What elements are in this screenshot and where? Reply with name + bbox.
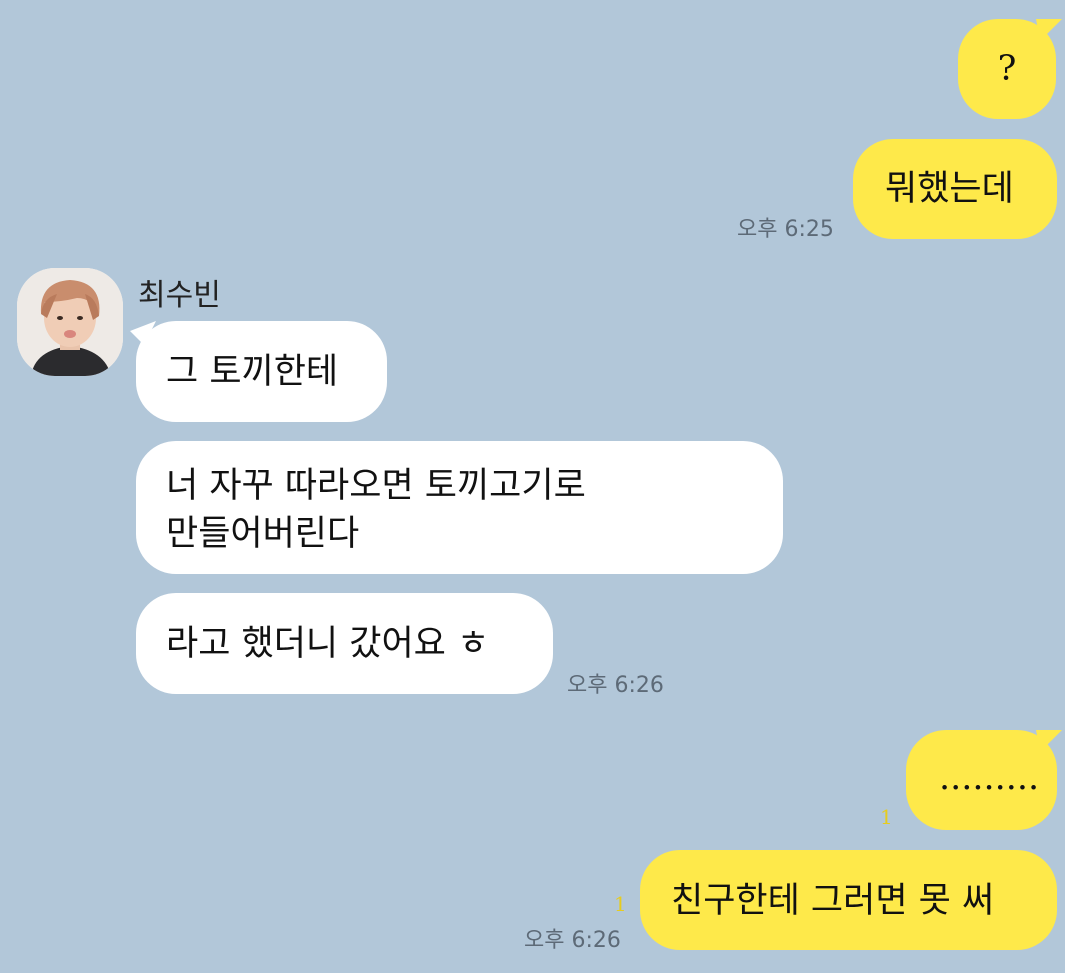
message-bubble-incoming[interactable]: 그 토끼한테 xyxy=(136,321,387,422)
avatar[interactable] xyxy=(17,268,123,376)
message-bubble-outgoing[interactable]: ......... xyxy=(906,730,1057,830)
message-text-line-2: 만들어버린다 xyxy=(166,514,360,554)
unread-count: 1 xyxy=(880,805,893,829)
message-text: ......... xyxy=(939,758,1040,798)
message-text: 뭐했는데 xyxy=(885,169,1014,209)
message-bubble-outgoing[interactable]: 친구한테 그러면 못 써 xyxy=(640,850,1057,950)
message-text-line-1: 너 자꾸 따라오면 토끼고기로 xyxy=(166,466,586,506)
message-timestamp: 오후 6:26 xyxy=(567,673,664,698)
message-timestamp: 오후 6:26 xyxy=(524,928,621,953)
message-text: 친구한테 그러면 못 써 xyxy=(671,881,995,921)
message-bubble-incoming[interactable]: 너 자꾸 따라오면 토끼고기로 만들어버린다 xyxy=(136,441,783,574)
sender-name: 최수빈 xyxy=(138,278,221,313)
message-bubble-outgoing[interactable]: 뭐했는데 xyxy=(853,139,1057,239)
bubble-tail-incoming xyxy=(130,321,156,345)
bubble-tail-outgoing xyxy=(1036,19,1062,41)
message-text: 라고 했더니 갔어요 ㅎ xyxy=(166,624,490,664)
unread-count: 1 xyxy=(614,892,627,916)
message-bubble-incoming[interactable]: 라고 했더니 갔어요 ㅎ xyxy=(136,593,553,694)
message-text: ? xyxy=(997,49,1017,89)
message-text: 그 토끼한테 xyxy=(166,352,339,392)
message-timestamp: 오후 6:25 xyxy=(737,217,834,242)
bubble-tail-outgoing xyxy=(1036,730,1062,752)
profile-photo-icon xyxy=(17,268,123,376)
